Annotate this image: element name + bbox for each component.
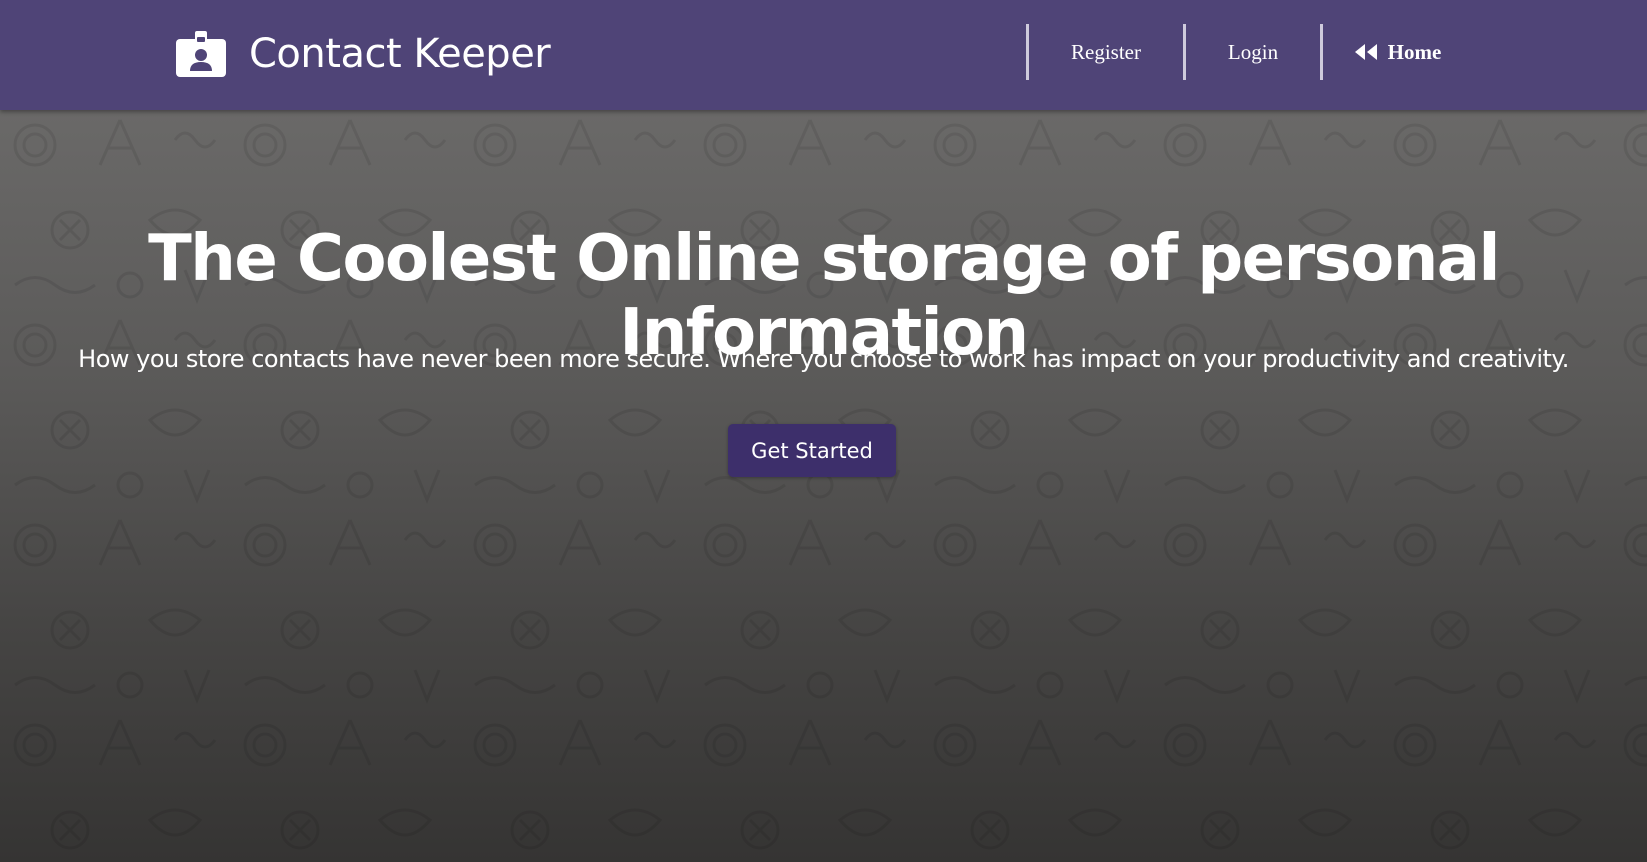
- hero-lead: How you store contacts have never been m…: [78, 345, 1569, 373]
- id-badge-icon: [176, 31, 226, 77]
- login-link[interactable]: Login: [1183, 24, 1320, 80]
- login-link-label: Login: [1227, 39, 1279, 64]
- brand-link[interactable]: Contact Keeper: [176, 24, 551, 84]
- backward-icon: [1354, 44, 1377, 60]
- home-link-label: Home: [1387, 39, 1442, 64]
- register-link[interactable]: Register: [1026, 24, 1183, 80]
- home-link[interactable]: Home: [1320, 24, 1472, 80]
- register-link-label: Register: [1071, 39, 1141, 64]
- nav-menu: Register Login Home: [1026, 24, 1472, 80]
- hero-section: The Coolest Online storage of personal I…: [0, 110, 1647, 862]
- brand-name: Contact Keeper: [249, 31, 551, 77]
- navbar: Contact Keeper Register Login Home: [0, 0, 1647, 110]
- get-started-button[interactable]: Get Started: [728, 424, 896, 477]
